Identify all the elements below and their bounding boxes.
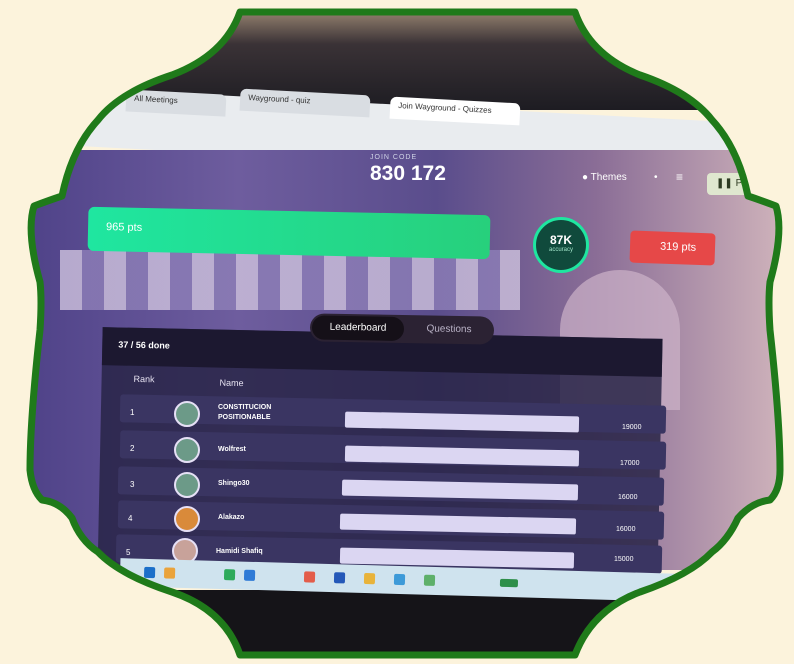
frame-border	[26, 8, 784, 659]
